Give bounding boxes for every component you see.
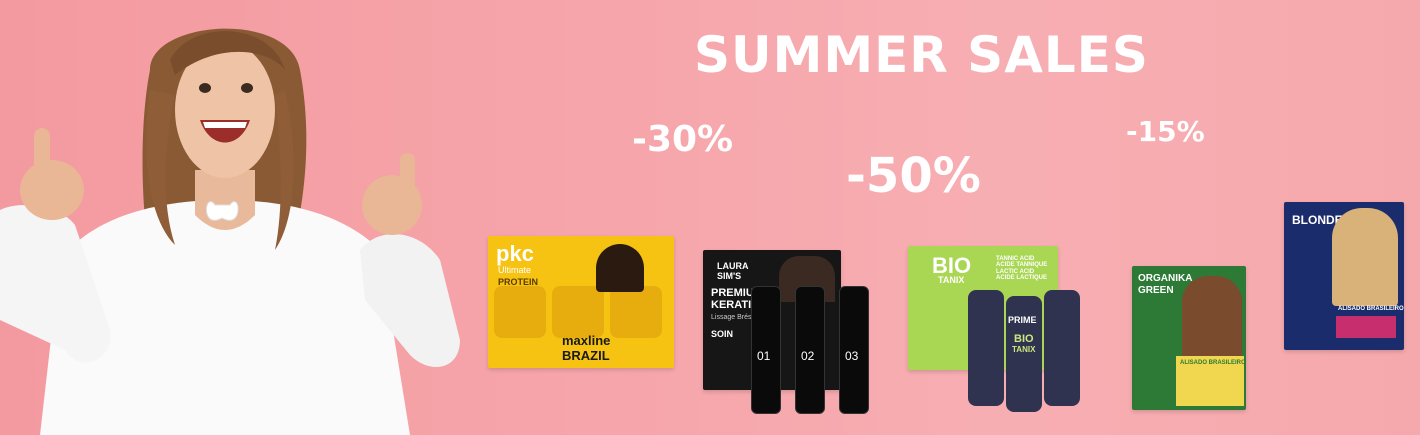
blonder-product: ALISADO BRASILEIRO bbox=[1338, 306, 1404, 312]
pkc-bottle bbox=[610, 286, 662, 338]
pkc-bottle bbox=[552, 286, 604, 338]
pkc-brand: pkc bbox=[496, 241, 534, 266]
pkc-bottle bbox=[494, 286, 546, 338]
bio-brand: BIO bbox=[932, 253, 972, 278]
organika-brand-2: GREEN bbox=[1138, 285, 1174, 296]
laura-brand-2: SIM'S bbox=[717, 271, 742, 281]
headline: SUMMER SALES bbox=[694, 26, 1149, 84]
bio-bottle bbox=[968, 290, 1004, 406]
pkc-sub: Ultimate bbox=[498, 265, 532, 275]
bio-bottle-line-1: BIO bbox=[1014, 333, 1034, 345]
woman-thumbs-up-image bbox=[0, 28, 460, 435]
bio-bottle-brand: PRIME bbox=[1008, 315, 1037, 325]
laura-care: SOIN bbox=[711, 329, 734, 339]
product-blonder[interactable]: BLONDER ALISADO BRASILEIRO bbox=[1284, 202, 1404, 350]
discount-15: -15% bbox=[1126, 115, 1205, 148]
product-laura-sims-keratin[interactable]: LAURA SIM'S PREMIUM KERATI Lissage Brési… bbox=[703, 250, 869, 414]
laura-title-2: KERATI bbox=[711, 299, 752, 311]
discount-30: -30% bbox=[632, 119, 734, 160]
blonder-model-image bbox=[1332, 208, 1398, 306]
laura-subtitle: Lissage Brésil bbox=[711, 314, 755, 321]
pkc-model-image bbox=[596, 244, 644, 292]
discount-50: -50% bbox=[846, 148, 981, 204]
organika-model-image bbox=[1182, 276, 1242, 362]
pkc-maxline: maxline bbox=[562, 333, 611, 348]
bio-brand-2: TANIX bbox=[938, 275, 965, 285]
bio-ingredients: TANNIC ACID ACIDE TANNIQUE LACTIC ACID A… bbox=[996, 256, 1048, 281]
laura-bottle-label-2: 02 bbox=[801, 349, 815, 363]
product-pkc-protein[interactable]: pkc Ultimate PROTEIN maxline BRAZIL bbox=[488, 236, 674, 368]
summer-sales-banner: SUMMER SALES -30% -50% -15% pkc Ultimate… bbox=[0, 0, 1420, 435]
blonder-band bbox=[1336, 316, 1396, 338]
laura-bottle-label-3: 03 bbox=[845, 349, 859, 363]
product-organika-green[interactable]: ORGANIKA GREEN ALISADO BRASILEIRO bbox=[1132, 266, 1246, 410]
organika-brand-1: ORGANIKA bbox=[1138, 273, 1193, 284]
bio-bottle bbox=[1044, 290, 1080, 406]
product-bio-tanix[interactable]: BIO TANIX TANNIC ACID ACIDE TANNIQUE LAC… bbox=[908, 246, 1080, 412]
organika-product: ALISADO BRASILEIRO bbox=[1180, 360, 1246, 366]
laura-bottle-label-1: 01 bbox=[757, 349, 771, 363]
pkc-bottles bbox=[494, 286, 664, 338]
pkc-country: BRAZIL bbox=[562, 348, 610, 363]
bio-bottle-line-2: TANIX bbox=[1012, 345, 1036, 354]
